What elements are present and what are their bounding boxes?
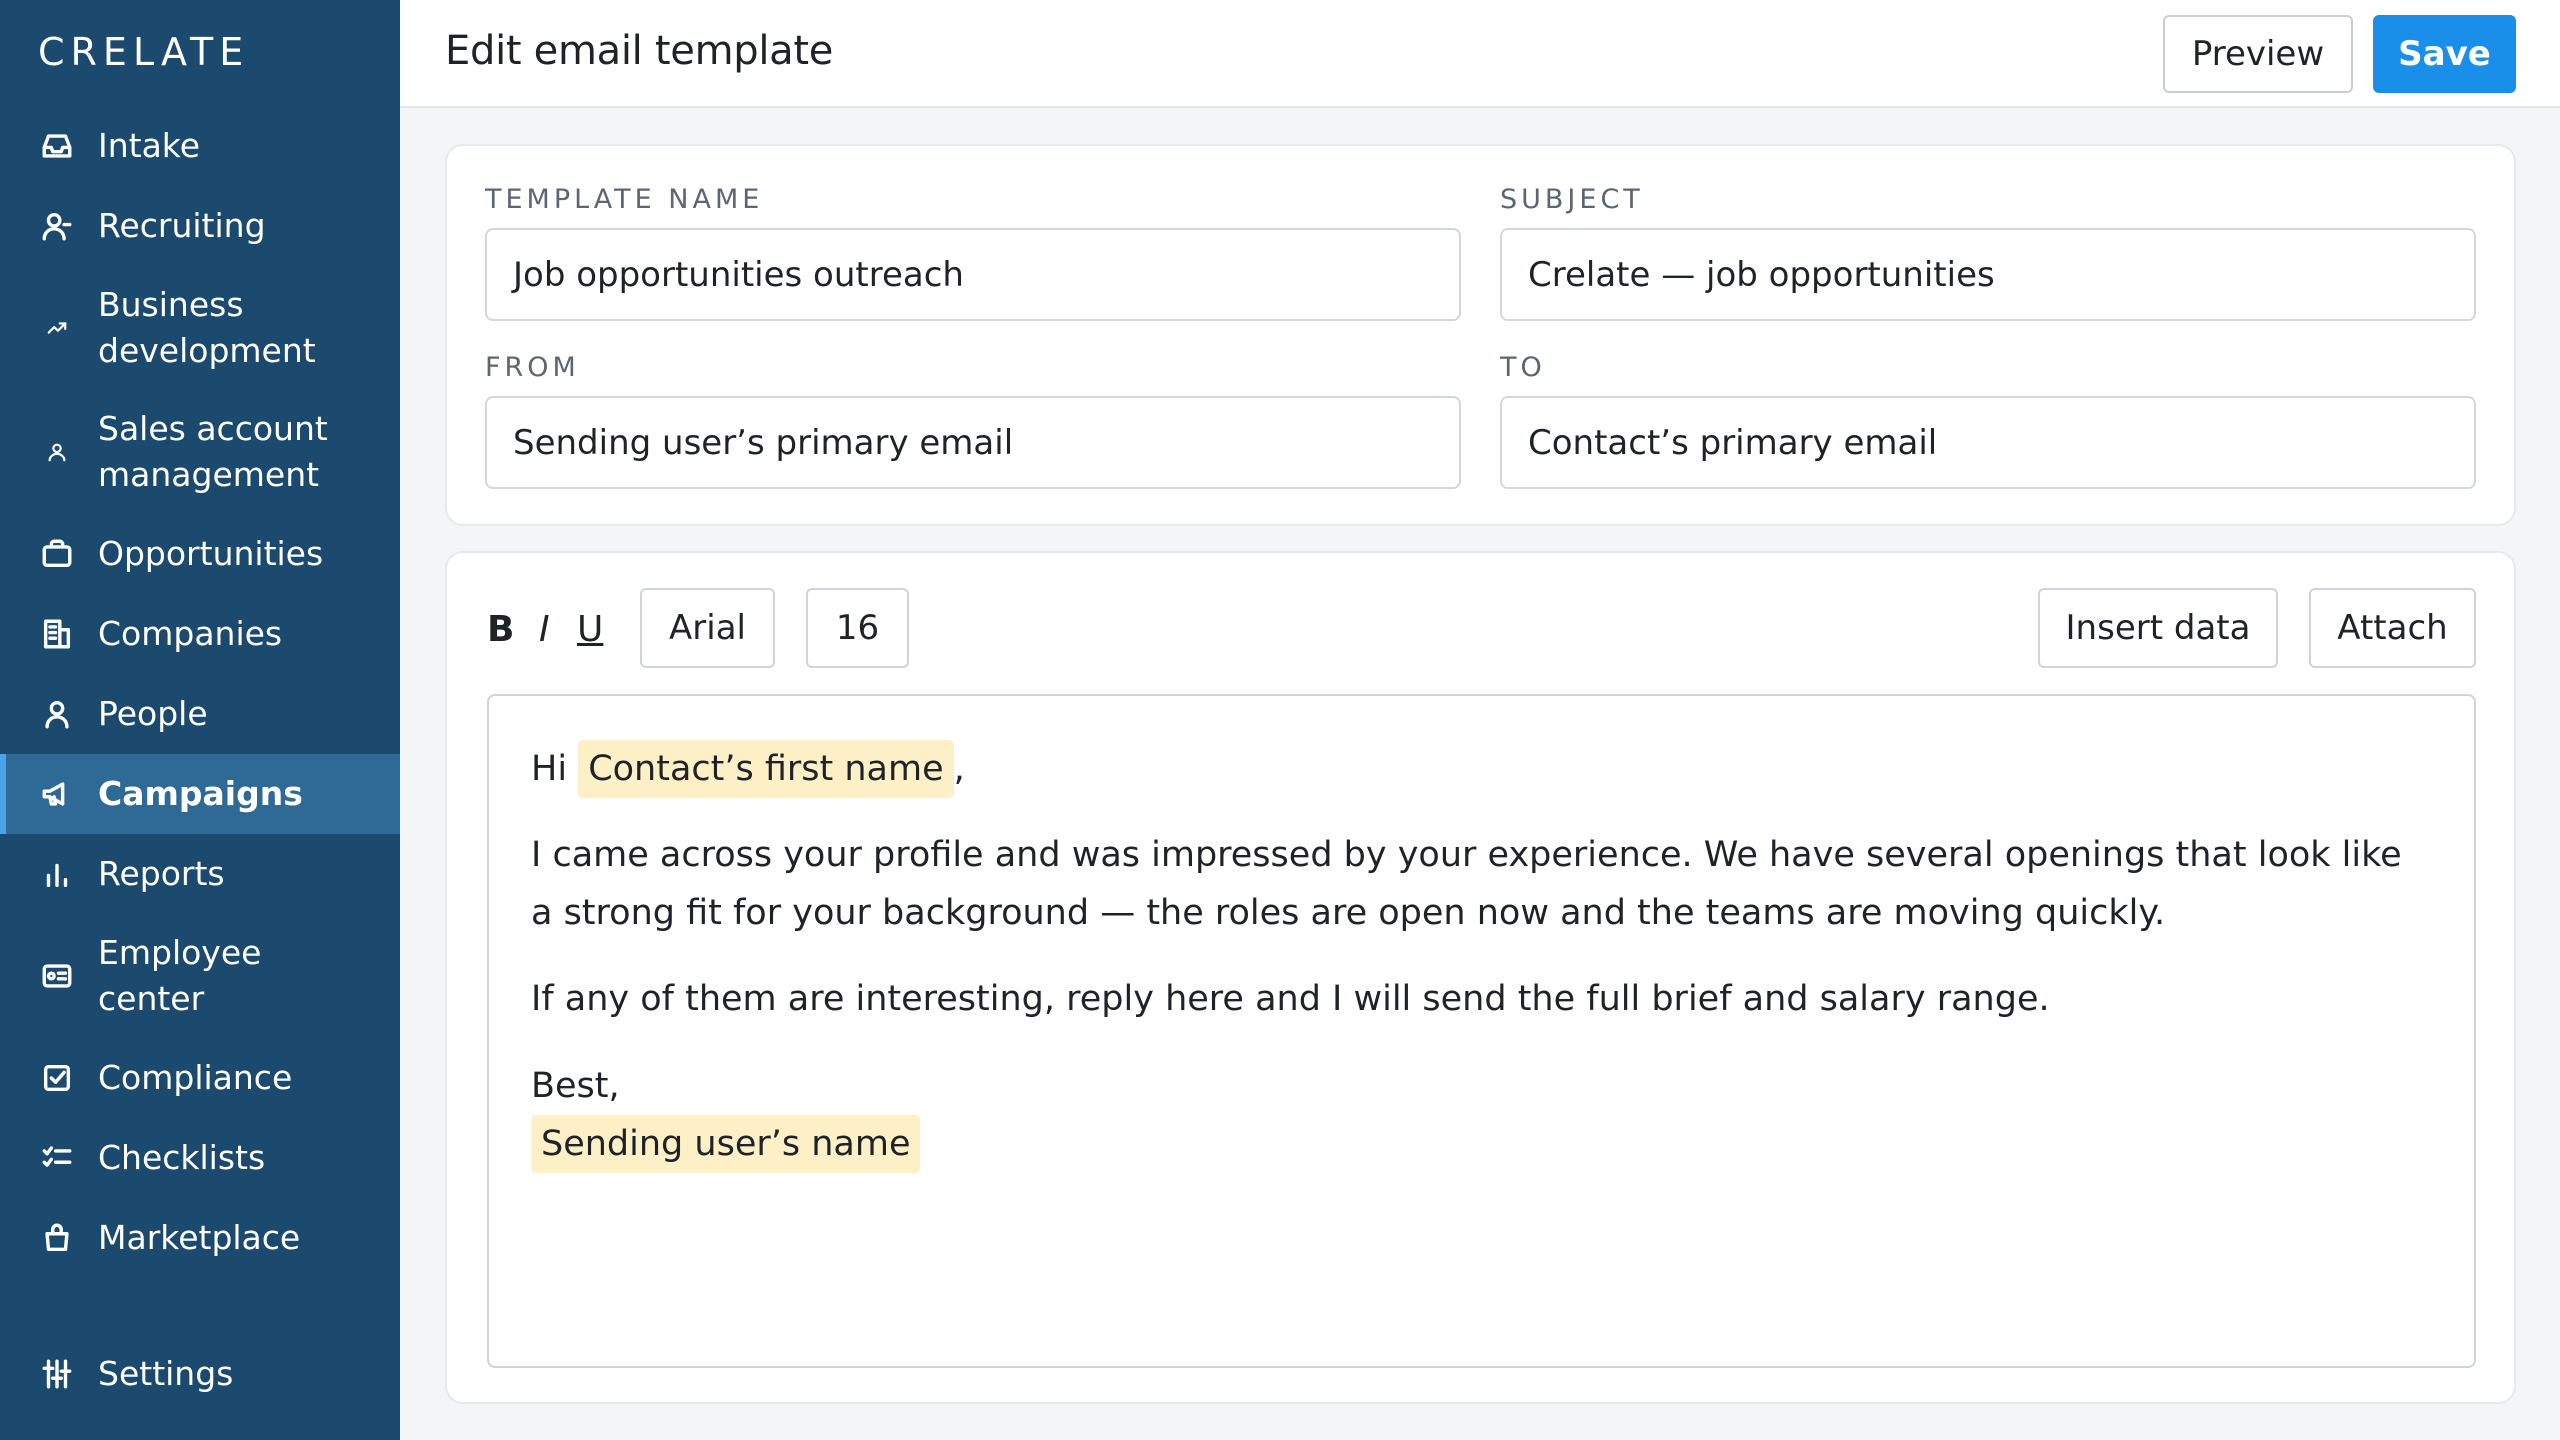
sidebar-item-marketplace[interactable]: Marketplace bbox=[0, 1198, 400, 1278]
to-input[interactable]: Contact’s primary email bbox=[1500, 396, 2476, 489]
contact-first-name-token[interactable]: Contact’s first name bbox=[578, 740, 954, 798]
sidebar-item-business-development[interactable]: Business development bbox=[0, 266, 400, 390]
sidebar-item-label: Recruiting bbox=[98, 206, 266, 245]
font-family-select[interactable]: Arial bbox=[640, 588, 775, 668]
sidebar-item-label: Companies bbox=[98, 614, 283, 653]
font-size-select[interactable]: 16 bbox=[806, 588, 909, 668]
underline-button[interactable]: U bbox=[577, 609, 603, 650]
body-paragraph-2: If any of them are interesting, reply he… bbox=[531, 979, 2050, 1019]
sidebar-item-label: Compliance bbox=[98, 1058, 293, 1097]
user-icon bbox=[38, 207, 76, 245]
sidebar-item-label: People bbox=[98, 694, 208, 733]
sidebar-item-opportunities[interactable]: Opportunities bbox=[0, 514, 400, 594]
sidebar: CRELATE Intake Recruiting Business devel… bbox=[0, 0, 400, 1440]
page-title: Edit email template bbox=[445, 28, 834, 74]
sidebar-item-recruiting[interactable]: Recruiting bbox=[0, 186, 400, 266]
from-label: FROM bbox=[485, 352, 580, 383]
sidebar-item-label: Marketplace bbox=[98, 1218, 301, 1257]
briefcase-icon bbox=[38, 535, 76, 573]
save-button[interactable]: Save bbox=[2373, 15, 2516, 93]
sidebar-item-campaigns[interactable]: Campaigns bbox=[0, 754, 400, 834]
template-name-label: TEMPLATE NAME bbox=[485, 184, 764, 215]
sidebar-item-label: Business development bbox=[98, 285, 316, 370]
italic-button[interactable]: I bbox=[539, 609, 550, 650]
sidebar-item-checklists[interactable]: Checklists bbox=[0, 1118, 400, 1198]
person-icon bbox=[38, 695, 76, 733]
attach-button[interactable]: Attach bbox=[2309, 588, 2476, 668]
preview-button[interactable]: Preview bbox=[2163, 15, 2353, 93]
sidebar-item-sales-account-management[interactable]: Sales account management bbox=[0, 390, 400, 514]
subject-label: SUBJECT bbox=[1500, 184, 1644, 215]
greeting-line: Hi Contact’s first name, bbox=[531, 740, 965, 798]
sidebar-item-people[interactable]: People bbox=[0, 674, 400, 754]
sidebar-item-intake[interactable]: Intake bbox=[0, 106, 400, 186]
crelate-logo[interactable]: CRELATE bbox=[38, 30, 249, 74]
sidebar-item-employee-center[interactable]: Employee center bbox=[0, 914, 400, 1038]
greeting-text: Hi bbox=[531, 749, 568, 789]
bar-chart-icon bbox=[38, 855, 76, 893]
sending-user-name-token[interactable]: Sending user’s name bbox=[531, 1115, 921, 1173]
greeting-comma: , bbox=[953, 749, 965, 789]
body-paragraph-1: I came across your profile and was impre… bbox=[531, 835, 2402, 933]
id-card-icon bbox=[38, 957, 76, 995]
person-icon bbox=[38, 433, 76, 471]
sidebar-item-label: Settings bbox=[98, 1354, 234, 1393]
bold-button[interactable]: B bbox=[487, 609, 514, 650]
insert-data-button[interactable]: Insert data bbox=[2038, 588, 2278, 668]
template-name-input[interactable]: Job opportunities outreach bbox=[485, 228, 1461, 321]
top-bar: Edit email template Preview Save bbox=[400, 0, 2560, 108]
sidebar-item-label: Intake bbox=[98, 126, 201, 165]
checklist-icon bbox=[38, 1139, 76, 1177]
sidebar-item-label: Opportunities bbox=[98, 534, 324, 573]
inbox-icon bbox=[38, 127, 76, 165]
sidebar-item-settings[interactable]: Settings bbox=[0, 1334, 400, 1414]
email-body-editor[interactable]: Hi Contact’s first name, I came across y… bbox=[487, 694, 2476, 1368]
sidebar-item-reports[interactable]: Reports bbox=[0, 834, 400, 914]
checkbox-icon bbox=[38, 1059, 76, 1097]
sliders-icon bbox=[38, 1355, 76, 1393]
sidebar-nav: Intake Recruiting Business development S… bbox=[0, 106, 400, 1278]
sender-line: Sending user’s name bbox=[531, 1115, 921, 1173]
sidebar-item-label: Checklists bbox=[98, 1138, 266, 1177]
email-editor-card: B I U Arial 16 Insert data Attach Hi Con… bbox=[445, 551, 2516, 1404]
sidebar-item-label: Reports bbox=[98, 854, 225, 893]
megaphone-icon bbox=[38, 775, 76, 813]
subject-input[interactable]: Crelate — job opportunities bbox=[1500, 228, 2476, 321]
sidebar-item-label: Sales account management bbox=[98, 409, 328, 494]
template-details-card: TEMPLATE NAME Job opportunities outreach… bbox=[445, 144, 2516, 526]
sidebar-item-label: Campaigns bbox=[98, 774, 303, 813]
sidebar-item-compliance[interactable]: Compliance bbox=[0, 1038, 400, 1118]
sidebar-item-label: Employee center bbox=[98, 933, 262, 1018]
to-label: TO bbox=[1500, 352, 1546, 383]
from-input[interactable]: Sending user’s primary email bbox=[485, 396, 1461, 489]
shopping-bag-icon bbox=[38, 1219, 76, 1257]
signoff-text: Best, bbox=[531, 1066, 620, 1106]
sidebar-item-companies[interactable]: Companies bbox=[0, 594, 400, 674]
trend-up-icon bbox=[38, 309, 76, 347]
building-icon bbox=[38, 615, 76, 653]
